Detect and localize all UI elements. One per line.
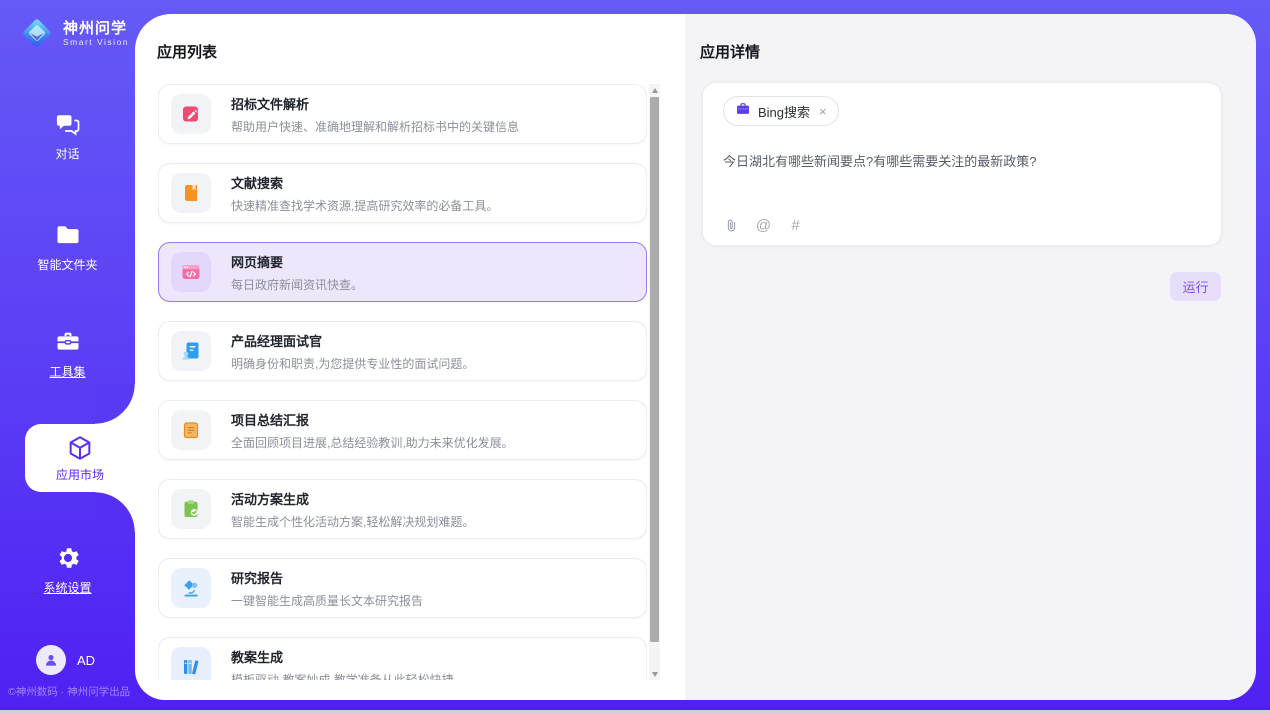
prompt-text[interactable]: 今日湖北有哪些新闻要点?有哪些需要关注的最新政策? (723, 151, 1201, 170)
scroll-down-arrow-icon[interactable] (649, 668, 660, 680)
scrollbar[interactable] (649, 84, 660, 680)
app-description: 每日政府新闻资讯快查。 (231, 276, 363, 293)
scrollbar-thumb[interactable] (650, 97, 659, 642)
main-content: 应用列表 招标文件解析 帮助用户快速、准确地理解和解析招标书中的关键信息 文献搜… (135, 14, 1256, 700)
avatar (36, 645, 66, 675)
folder-icon (54, 221, 82, 249)
app-detail-title: 应用详情 (700, 41, 760, 62)
logo-title: 神州问学 (63, 20, 129, 37)
logo-subtitle: Smart Vision (63, 37, 129, 47)
research-icon (171, 568, 211, 608)
app-list-panel: 应用列表 招标文件解析 帮助用户快速、准确地理解和解析招标书中的关键信息 文献搜… (135, 14, 685, 700)
chip-close-icon[interactable]: × (819, 105, 827, 118)
sidebar-item-label: 系统设置 (43, 579, 91, 596)
app-description: 模板驱动,教案妙成,教学准备从此轻松快捷 (231, 671, 454, 681)
app-name: 教案生成 (231, 647, 454, 666)
activity-icon (171, 489, 211, 529)
app-name: 活动方案生成 (231, 489, 474, 508)
interview-icon (171, 331, 211, 371)
composer-toolbar: @# (723, 217, 804, 234)
hash-icon[interactable]: # (787, 217, 804, 234)
toolbox-icon (54, 328, 82, 356)
app-card-literature[interactable]: 文献搜索 快速精准查找学术资源,提高研究效率的必备工具。 (158, 163, 647, 223)
lesson-icon (171, 647, 211, 680)
app-name: 研究报告 (231, 568, 423, 587)
app-card-web[interactable]: 网页摘要 每日政府新闻资讯快查。 (158, 242, 647, 302)
tool-chip-label: Bing搜索 (758, 102, 810, 121)
logo-diamond-icon (18, 14, 56, 52)
paperclip-icon[interactable] (723, 217, 740, 234)
sidebar-item-market[interactable]: 应用市场 (25, 424, 135, 492)
user-name: AD (77, 653, 95, 668)
sidebar-item-settings[interactable]: 系统设置 (0, 544, 135, 596)
app-logo: 神州问学 Smart Vision (18, 14, 129, 52)
app-description: 智能生成个性化活动方案,轻松解决规划难题。 (231, 513, 474, 530)
app-name: 网页摘要 (231, 252, 363, 271)
sidebar-item-label: 对话 (55, 145, 79, 162)
sidebar-item-label: 工具集 (49, 363, 85, 380)
note-icon (171, 410, 211, 450)
app-description: 快速精准查找学术资源,提高研究效率的必备工具。 (231, 197, 498, 214)
briefcase-icon (735, 101, 751, 122)
app-name: 产品经理面试官 (231, 331, 474, 350)
prompt-card: Bing搜索 × 今日湖北有哪些新闻要点?有哪些需要关注的最新政策? @# (702, 82, 1222, 246)
app-card-research[interactable]: 研究报告 一键智能生成高质量长文本研究报告 (158, 558, 647, 618)
app-card-activity[interactable]: 活动方案生成 智能生成个性化活动方案,轻松解决规划难题。 (158, 479, 647, 539)
app-description: 帮助用户快速、准确地理解和解析招标书中的关键信息 (231, 118, 519, 135)
sidebar-item-label: 智能文件夹 (37, 256, 97, 273)
tender-icon (171, 94, 211, 134)
app-list: 招标文件解析 帮助用户快速、准确地理解和解析招标书中的关键信息 文献搜索 快速精… (158, 84, 647, 680)
scroll-up-arrow-icon[interactable] (649, 84, 660, 96)
app-name: 项目总结汇报 (231, 410, 514, 429)
app-card-interview[interactable]: 产品经理面试官 明确身份和职责,为您提供专业性的面试问题。 (158, 321, 647, 381)
app-detail-panel: 应用详情 Bing搜索 × 今日湖北有哪些新闻要点?有哪些需要关注的最新政策? … (685, 14, 1256, 700)
gear-icon (54, 544, 82, 572)
at-icon[interactable]: @ (755, 217, 772, 234)
user-account-button[interactable]: AD (36, 645, 95, 675)
run-button[interactable]: 运行 (1170, 272, 1221, 301)
sidebar-footer-text: ©神州数码 · 神州问学出品 (8, 684, 135, 699)
bottom-edge-strip (0, 710, 1270, 714)
chat-icon (54, 110, 82, 138)
app-card-summary[interactable]: 项目总结汇报 全面回顾项目进展,总结经验教训,助力未来优化发展。 (158, 400, 647, 460)
sidebar: 神州问学 Smart Vision 对话 智能文件夹 工具集 应用市场 系统设置… (0, 0, 135, 700)
sidebar-item-label: 应用市场 (56, 466, 104, 483)
app-description: 全面回顾项目进展,总结经验教训,助力未来优化发展。 (231, 434, 514, 451)
app-description: 明确身份和职责,为您提供专业性的面试问题。 (231, 355, 474, 372)
sidebar-item-chat[interactable]: 对话 (0, 110, 135, 162)
web-icon (171, 252, 211, 292)
app-list-title: 应用列表 (157, 41, 217, 62)
app-name: 文献搜索 (231, 173, 498, 192)
cube-icon (66, 434, 94, 462)
tool-chip-bing-search[interactable]: Bing搜索 × (723, 96, 839, 126)
app-card-tender[interactable]: 招标文件解析 帮助用户快速、准确地理解和解析招标书中的关键信息 (158, 84, 647, 144)
sidebar-item-tools[interactable]: 工具集 (0, 328, 135, 380)
book-icon (171, 173, 211, 213)
app-description: 一键智能生成高质量长文本研究报告 (231, 592, 423, 609)
sidebar-item-folders[interactable]: 智能文件夹 (0, 221, 135, 273)
app-card-lesson[interactable]: 教案生成 模板驱动,教案妙成,教学准备从此轻松快捷 (158, 637, 647, 680)
app-name: 招标文件解析 (231, 94, 519, 113)
